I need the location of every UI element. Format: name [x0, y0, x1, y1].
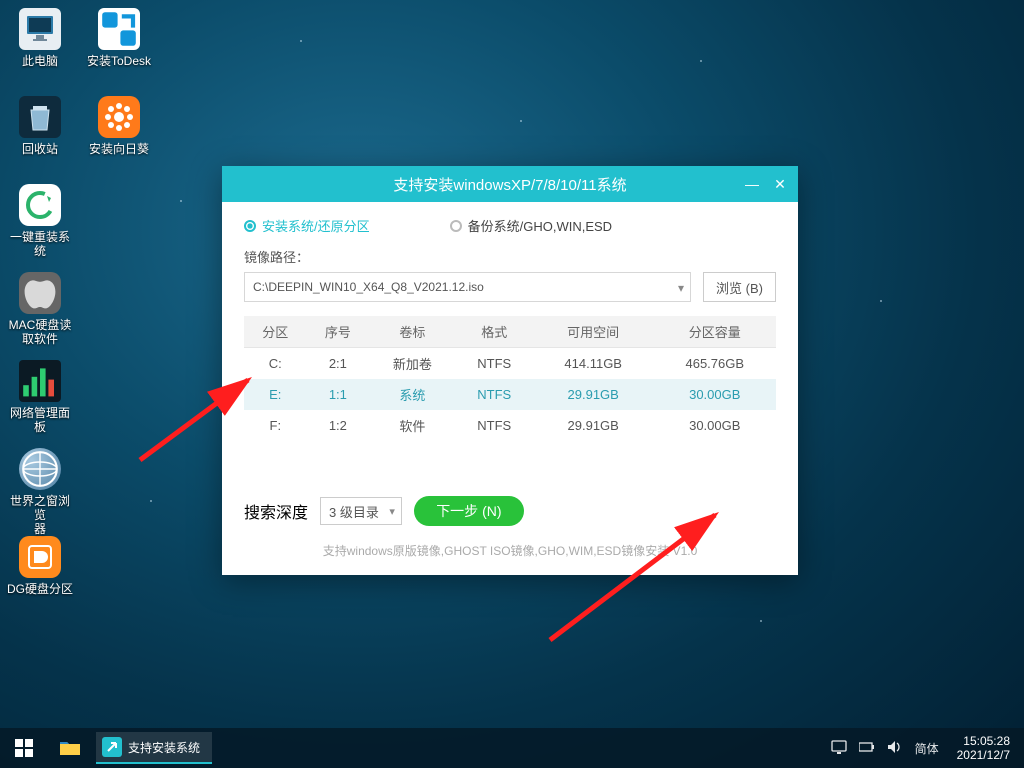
macread-icon	[19, 272, 61, 314]
image-path-value: C:\DEEPIN_WIN10_X64_Q8_V2021.12.iso	[253, 280, 484, 294]
taskbar-task-label: 支持安装系统	[128, 739, 200, 756]
windows-logo-icon	[15, 739, 33, 757]
reinstall-icon	[19, 184, 61, 226]
close-button[interactable]: ✕	[766, 170, 794, 198]
next-button[interactable]: 下一步 (N)	[414, 496, 524, 526]
dgdisk-icon	[19, 536, 61, 578]
browser-icon	[19, 448, 61, 490]
tray-network-icon[interactable]	[831, 740, 847, 757]
todesk-icon	[98, 8, 140, 50]
desktop-icon-browser[interactable]: 世界之窗浏览器	[6, 448, 74, 526]
table-cell: NTFS	[456, 410, 533, 441]
browse-button[interactable]: 浏览 (B)	[703, 272, 776, 302]
window-title: 支持安装windowsXP/7/8/10/11系统	[393, 174, 626, 195]
desktop-icon-todesk[interactable]: 安装ToDesk	[80, 8, 158, 86]
table-cell: 30.00GB	[654, 379, 776, 410]
desktop-icon-label: 回收站	[6, 142, 74, 156]
table-cell: F:	[244, 410, 307, 441]
taskbar-installer-task[interactable]: 支持安装系统	[96, 732, 212, 764]
table-header: 可用空间	[533, 316, 654, 348]
desktop-icon-label: 此电脑	[6, 54, 74, 68]
radio-backup[interactable]: 备份系统/GHO,WIN,ESD	[450, 216, 612, 235]
table-row[interactable]: C:2:1新加卷NTFS414.11GB465.76GB	[244, 348, 776, 380]
desktop-icon-label: 安装ToDesk	[80, 54, 158, 68]
desktop-icon-label: 一键重装系统	[6, 230, 74, 258]
desktop-icon-bin[interactable]: 回收站	[6, 96, 74, 174]
minimize-button[interactable]: —	[738, 170, 766, 198]
table-cell: 465.76GB	[654, 348, 776, 380]
taskbar: 支持安装系统 简体 15:05:28 2021/12/7	[0, 728, 1024, 768]
table-row[interactable]: E:1:1系统NTFS29.91GB30.00GB	[244, 379, 776, 410]
desktop: 此电脑回收站一键重装系统 MAC硬盘读取软件网络管理面板世界之窗浏览器 DG硬盘分区…	[0, 0, 1024, 768]
table-header: 分区容量	[654, 316, 776, 348]
table-row[interactable]: F:1:2软件NTFS29.91GB30.00GB	[244, 410, 776, 441]
installer-window: 支持安装windowsXP/7/8/10/11系统 — ✕ 安装系统/还原分区 …	[222, 166, 798, 575]
table-cell: NTFS	[456, 348, 533, 380]
desktop-icon-sunflower[interactable]: 安装向日葵	[80, 96, 158, 174]
table-header: 格式	[456, 316, 533, 348]
desktop-icon-label: 世界之窗浏览器	[6, 494, 74, 536]
pc-icon	[19, 8, 61, 50]
table-header: 卷标	[369, 316, 456, 348]
table-cell: 2:1	[307, 348, 370, 380]
bin-icon	[19, 96, 61, 138]
image-path-label: 镜像路径：	[244, 247, 776, 266]
table-cell: C:	[244, 348, 307, 380]
tray-volume-icon[interactable]	[887, 740, 903, 757]
table-cell: E:	[244, 379, 307, 410]
desktop-icon-label: MAC硬盘读取软件	[6, 318, 74, 346]
table-cell: 29.91GB	[533, 410, 654, 441]
partition-table: 分区序号卷标格式可用空间分区容量 C:2:1新加卷NTFS414.11GB465…	[244, 316, 776, 441]
search-depth-select[interactable]: 3 级目录	[320, 497, 402, 525]
table-cell: 系统	[369, 379, 456, 410]
desktop-icon-dgdisk[interactable]: DG硬盘分区	[6, 536, 74, 614]
table-cell: 414.11GB	[533, 348, 654, 380]
desktop-icon-pc[interactable]: 此电脑	[6, 8, 74, 86]
desktop-icon-label: 网络管理面板	[6, 406, 74, 434]
radio-install-label: 安装系统/还原分区	[262, 216, 370, 235]
start-button[interactable]	[0, 728, 48, 768]
netpanel-icon	[19, 360, 61, 402]
tray-clock[interactable]: 15:05:28 2021/12/7	[951, 734, 1016, 762]
desktop-icon-label: DG硬盘分区	[6, 582, 74, 596]
radio-dot-icon	[450, 220, 462, 232]
table-cell: 29.91GB	[533, 379, 654, 410]
table-cell: 1:2	[307, 410, 370, 441]
desktop-icon-macread[interactable]: MAC硬盘读取软件	[6, 272, 74, 350]
radio-install-restore[interactable]: 安装系统/还原分区	[244, 216, 370, 235]
search-depth-label: 搜索深度	[244, 499, 308, 523]
image-path-dropdown[interactable]: C:\DEEPIN_WIN10_X64_Q8_V2021.12.iso ▾	[244, 272, 691, 302]
table-cell: 新加卷	[369, 348, 456, 380]
installer-task-icon	[102, 737, 122, 757]
table-header: 序号	[307, 316, 370, 348]
tray-time: 15:05:28	[957, 734, 1010, 748]
titlebar: 支持安装windowsXP/7/8/10/11系统 — ✕	[222, 166, 798, 202]
search-depth-value: 3 级目录	[329, 502, 379, 521]
tray-ime[interactable]: 简体	[915, 740, 939, 757]
folder-icon	[59, 739, 81, 757]
chevron-down-icon: ▾	[678, 281, 684, 295]
table-cell: 软件	[369, 410, 456, 441]
table-cell: 1:1	[307, 379, 370, 410]
radio-dot-icon	[244, 220, 256, 232]
support-text: 支持windows原版镜像,GHOST ISO镜像,GHO,WIM,ESD镜像安…	[244, 542, 776, 559]
taskbar-explorer[interactable]	[48, 728, 92, 768]
sunflower-icon	[98, 96, 140, 138]
table-cell: 30.00GB	[654, 410, 776, 441]
table-cell: NTFS	[456, 379, 533, 410]
radio-backup-label: 备份系统/GHO,WIN,ESD	[468, 216, 612, 235]
table-header: 分区	[244, 316, 307, 348]
desktop-icon-label: 安装向日葵	[80, 142, 158, 156]
tray-date: 2021/12/7	[957, 748, 1010, 762]
desktop-icon-netpanel[interactable]: 网络管理面板	[6, 360, 74, 438]
tray-battery-icon[interactable]	[859, 741, 875, 756]
desktop-icon-reinstall[interactable]: 一键重装系统	[6, 184, 74, 262]
